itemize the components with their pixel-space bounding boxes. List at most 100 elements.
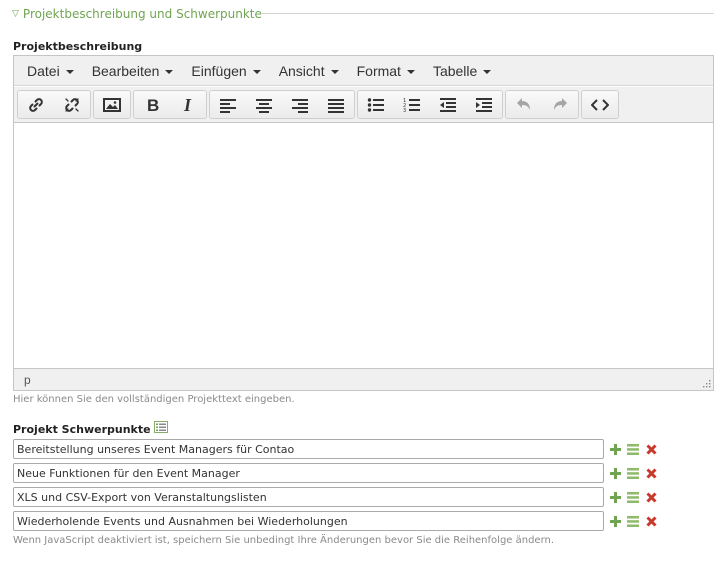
numbered-list-icon: 123: [403, 98, 420, 113]
bold-button[interactable]: B: [134, 91, 170, 118]
align-center-button[interactable]: [246, 91, 282, 118]
italic-icon: I: [183, 96, 192, 114]
menu-bearbeiten[interactable]: Bearbeiten: [83, 56, 183, 86]
caret-down-icon: [330, 69, 339, 74]
unlink-icon: [65, 97, 79, 112]
plus-icon: [609, 515, 621, 527]
insert-link-button[interactable]: [18, 91, 54, 118]
fieldset-legend-label: Projektbeschreibung und Schwerpunkte: [22, 7, 262, 21]
link-group: [17, 90, 91, 119]
redo-icon: [554, 97, 567, 110]
drag-item-button[interactable]: [627, 491, 639, 503]
align-right-icon: [292, 98, 308, 113]
image-group: [93, 90, 131, 119]
italic-button[interactable]: I: [170, 91, 206, 118]
fieldset-legend-toggle[interactable]: ▽ Projektbeschreibung und Schwerpunkte: [12, 5, 262, 23]
editor-toolbar: B I 1 2 3: [14, 87, 713, 123]
add-item-button[interactable]: [609, 515, 621, 527]
delete-icon: [645, 515, 657, 527]
rich-text-editor: Datei Bearbeiten Einfügen Ansicht Format…: [13, 55, 714, 391]
editor-menubar: Datei Bearbeiten Einfügen Ansicht Format…: [14, 56, 713, 86]
svg-text:I: I: [183, 96, 192, 114]
focus-item-input[interactable]: Neue Funktionen für den Event Manager: [13, 463, 604, 483]
delete-icon: [645, 491, 657, 503]
add-item-button[interactable]: [609, 467, 621, 479]
drag-handle-icon: [627, 491, 639, 503]
row-operations: [609, 467, 663, 479]
source-code-button[interactable]: [582, 91, 618, 118]
drag-item-button[interactable]: [627, 467, 639, 479]
code-group: [581, 90, 619, 119]
row-operations: [609, 515, 663, 527]
resize-handle-icon[interactable]: [701, 378, 711, 388]
align-left-button[interactable]: [210, 91, 246, 118]
list-item: Wiederholende Events und Ausnahmen bei W…: [13, 511, 663, 531]
undo-button[interactable]: [506, 91, 542, 118]
bullet-list-icon: [367, 97, 384, 112]
list-item: Neue Funktionen für den Event Manager: [13, 463, 663, 483]
list-group: 123: [357, 90, 503, 119]
svg-text:B: B: [147, 96, 159, 114]
caret-down-icon: [406, 69, 415, 74]
focus-item-input[interactable]: Wiederholende Events und Ausnahmen bei W…: [13, 511, 604, 531]
indent-button[interactable]: [466, 91, 502, 118]
drag-handle-icon: [627, 515, 639, 527]
drag-handle-icon: [627, 443, 639, 455]
delete-icon: [645, 467, 657, 479]
redo-button[interactable]: [542, 91, 578, 118]
editor-statusbar: p: [14, 368, 713, 390]
numbered-list-button[interactable]: 123: [394, 91, 430, 118]
caret-down-icon: [252, 69, 261, 74]
menu-format[interactable]: Format: [348, 56, 424, 86]
row-operations: [609, 443, 663, 455]
link-icon: [29, 97, 43, 112]
focus-label: Projekt Schwerpunkte: [13, 423, 151, 436]
collapse-triangle-icon: ▽: [12, 9, 19, 19]
drag-item-button[interactable]: [627, 443, 639, 455]
plus-icon: [609, 491, 621, 503]
drag-handle-icon: [627, 467, 639, 479]
editor-content-area[interactable]: [14, 124, 713, 369]
caret-down-icon: [65, 69, 74, 74]
list-wizard-icon[interactable]: [154, 421, 168, 433]
fieldset-divider: [262, 13, 714, 14]
align-justify-button[interactable]: [318, 91, 354, 118]
bold-icon: B: [147, 96, 159, 114]
focus-item-input[interactable]: XLS und CSV-Export von Veranstaltungslis…: [13, 487, 604, 507]
menu-einfuegen[interactable]: Einfügen: [182, 56, 269, 86]
svg-text:3: 3: [403, 108, 406, 113]
menu-ansicht[interactable]: Ansicht: [270, 56, 348, 86]
menu-datei[interactable]: Datei: [18, 56, 83, 86]
outdent-button[interactable]: [430, 91, 466, 118]
delete-item-button[interactable]: [645, 467, 657, 479]
delete-item-button[interactable]: [645, 491, 657, 503]
caret-down-icon: [483, 69, 492, 74]
delete-icon: [645, 443, 657, 455]
indent-icon: [476, 97, 492, 112]
format-group: B I: [133, 90, 207, 119]
align-center-icon: [256, 98, 272, 113]
align-justify-icon: [328, 98, 344, 113]
row-operations: [609, 491, 663, 503]
align-right-button[interactable]: [282, 91, 318, 118]
focus-item-input[interactable]: Bereitstellung unseres Event Managers fü…: [13, 439, 604, 459]
history-group: [505, 90, 579, 119]
description-help-text: Hier können Sie den vollständigen Projek…: [13, 394, 295, 405]
bullet-list-button[interactable]: [358, 91, 394, 118]
plus-icon: [609, 443, 621, 455]
remove-link-button[interactable]: [54, 91, 90, 118]
drag-item-button[interactable]: [627, 515, 639, 527]
delete-item-button[interactable]: [645, 443, 657, 455]
element-path[interactable]: p: [24, 373, 31, 387]
caret-down-icon: [165, 69, 174, 74]
delete-item-button[interactable]: [645, 515, 657, 527]
add-item-button[interactable]: [609, 491, 621, 503]
align-group: [209, 90, 355, 119]
insert-image-button[interactable]: [94, 91, 130, 118]
plus-icon: [609, 467, 621, 479]
undo-icon: [517, 97, 530, 110]
menu-tabelle[interactable]: Tabelle: [424, 56, 500, 86]
add-item-button[interactable]: [609, 443, 621, 455]
source-code-icon: [591, 98, 609, 111]
align-left-icon: [220, 98, 236, 113]
